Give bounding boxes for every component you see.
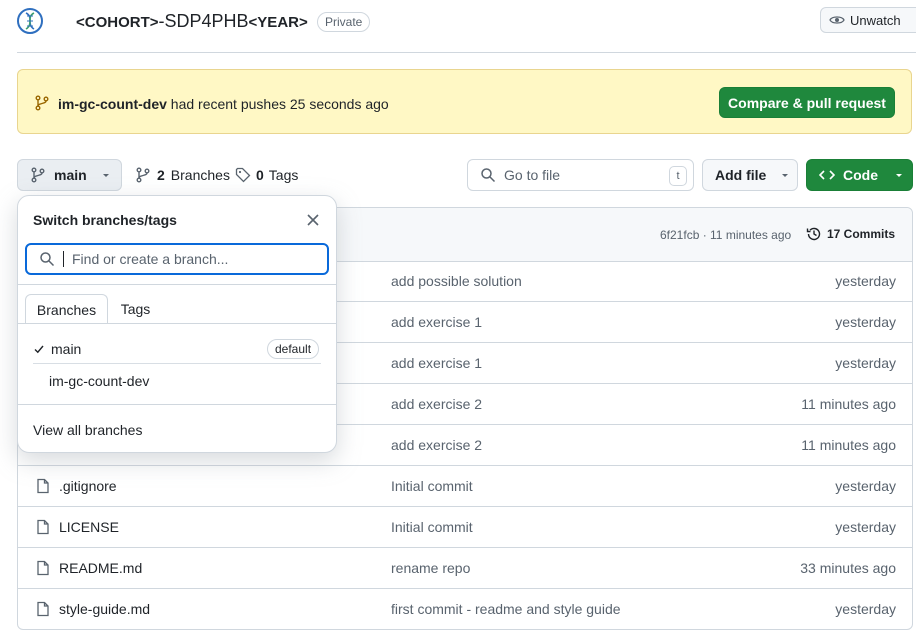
caret-down-icon	[102, 174, 109, 177]
tags-label: Tags	[268, 167, 299, 183]
branch-item-im-gc-count-dev[interactable]: im-gc-count-dev	[49, 373, 149, 389]
commit-message[interactable]: Initial commit	[391, 478, 473, 494]
close-dropdown-button[interactable]	[306, 213, 320, 227]
eye-icon	[829, 16, 845, 24]
commit-date: yesterday	[835, 478, 896, 494]
commits-count: 17 Commits	[827, 227, 896, 241]
branch-item-label: main	[51, 341, 82, 357]
unwatch-button[interactable]: Unwatch 2	[820, 7, 916, 33]
tabs-divider	[18, 323, 336, 324]
header-divider	[17, 52, 916, 53]
git-branch-icon	[34, 95, 50, 111]
go-to-file-placeholder: Go to file	[504, 167, 561, 183]
commit-date: 11 minutes ago	[801, 396, 896, 412]
file-icon	[35, 560, 51, 576]
search-icon	[481, 168, 496, 183]
branches-label: Branches	[170, 167, 230, 183]
add-file-label: Add file	[715, 167, 767, 183]
file-name[interactable]: .gitignore	[59, 478, 117, 494]
close-icon	[307, 214, 319, 226]
commit-message[interactable]: add exercise 1	[391, 314, 482, 330]
go-to-file-input[interactable]: Go to file t	[467, 159, 694, 191]
commit-message[interactable]: add possible solution	[391, 273, 522, 289]
file-icon	[35, 478, 51, 494]
commit-date: 11 minutes ago	[801, 437, 896, 453]
branch-search-placeholder: Find or create a branch...	[72, 251, 229, 267]
commit-date: yesterday	[835, 273, 896, 289]
visibility-badge: Private	[317, 12, 371, 32]
commit-message[interactable]: Initial commit	[391, 519, 473, 535]
keyboard-shortcut-hint: t	[669, 166, 687, 186]
banner-branch-name[interactable]: im-gc-count-dev	[58, 96, 167, 112]
latest-commit-meta[interactable]: 6f21fcb · 11 minutes ago	[660, 228, 791, 242]
branch-switcher-dropdown	[17, 195, 337, 453]
tab-tags[interactable]: Tags	[108, 294, 163, 324]
commit-message[interactable]: add exercise 1	[391, 355, 482, 371]
file-name[interactable]: style-guide.md	[59, 601, 150, 617]
history-icon	[806, 227, 821, 241]
branches-count: 2	[157, 167, 165, 183]
default-branch-badge: default	[267, 339, 320, 359]
org-logo[interactable]	[17, 8, 43, 34]
tags-count: 0	[256, 167, 264, 183]
commit-date: yesterday	[835, 601, 896, 617]
text-cursor	[63, 251, 64, 267]
tag-icon	[235, 167, 251, 183]
commit-message[interactable]: add exercise 2	[391, 396, 482, 412]
compare-pull-request-button[interactable]: Compare & pull request	[719, 87, 895, 118]
code-icon	[819, 170, 835, 180]
branch-search-input[interactable]: Find or create a branch...	[25, 243, 329, 275]
commit-date: 33 minutes ago	[800, 560, 896, 576]
search-icon	[40, 252, 55, 267]
commits-history-link[interactable]: 17 Commits	[806, 226, 895, 242]
file-icon	[35, 519, 51, 535]
commit-message[interactable]: rename repo	[391, 560, 470, 576]
file-icon	[35, 601, 51, 617]
commit-date: yesterday	[835, 519, 896, 535]
add-file-button[interactable]: Add file	[702, 159, 798, 191]
repo-title-suffix[interactable]: <YEAR>	[249, 12, 308, 34]
unwatch-label: Unwatch	[850, 12, 901, 28]
file-name[interactable]: README.md	[59, 560, 142, 576]
file-row[interactable]: style-guide.md first commit - readme and …	[18, 589, 912, 630]
tab-branches[interactable]: Branches	[25, 294, 108, 324]
file-row[interactable]: README.md rename repo 33 minutes ago	[18, 548, 912, 589]
caret-down-icon	[782, 174, 789, 177]
commit-date: yesterday	[835, 355, 896, 371]
dropdown-title: Switch branches/tags	[33, 212, 177, 228]
branches-link[interactable]: 2 Branches	[135, 167, 230, 183]
file-row[interactable]: .gitignore Initial commit yesterday	[18, 466, 912, 507]
code-button[interactable]: Code	[806, 159, 913, 191]
git-branch-icon	[31, 167, 45, 183]
repo-title-prefix[interactable]: <COHORT>	[76, 12, 159, 34]
view-all-branches-link[interactable]: View all branches	[33, 422, 142, 438]
banner-message: im-gc-count-dev had recent pushes 25 sec…	[58, 95, 389, 113]
caret-down-icon	[896, 174, 902, 177]
commit-message[interactable]: first commit - readme and style guide	[391, 601, 621, 617]
current-branch-label: main	[54, 167, 87, 183]
commit-message[interactable]: add exercise 2	[391, 437, 482, 453]
branch-item-divider	[33, 363, 321, 364]
check-icon	[34, 345, 44, 354]
commit-date: yesterday	[835, 314, 896, 330]
tags-link[interactable]: 0 Tags	[235, 167, 298, 183]
git-branch-icon	[136, 167, 150, 183]
branch-item-main[interactable]: main	[33, 341, 81, 357]
file-name[interactable]: LICENSE	[59, 519, 119, 535]
dna-logo-icon	[25, 12, 35, 30]
repo-title[interactable]: <COHORT> -SDP4PHB <YEAR>	[76, 10, 308, 34]
banner-text: had recent pushes 25 seconds ago	[170, 96, 389, 112]
branch-selector-button[interactable]: main	[17, 159, 122, 191]
dropdown-divider	[18, 284, 336, 285]
repo-title-name[interactable]: -SDP4PHB	[159, 10, 249, 32]
file-row[interactable]: LICENSE Initial commit yesterday	[18, 507, 912, 548]
code-label: Code	[843, 167, 878, 183]
dropdown-footer-divider	[18, 404, 336, 405]
